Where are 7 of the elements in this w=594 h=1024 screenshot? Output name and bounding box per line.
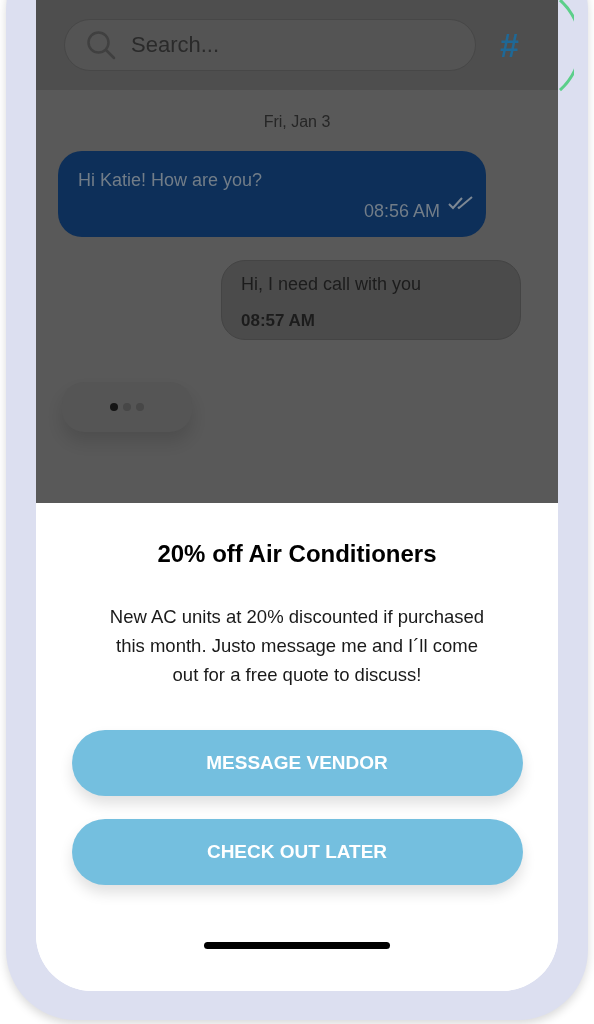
message-time: 08:56 AM bbox=[363, 200, 440, 223]
action-button[interactable]: CHECK OUT LATER bbox=[71, 819, 523, 885]
message-text: Hi Katie! How are you? bbox=[78, 169, 264, 192]
hashtag-button[interactable]: # bbox=[500, 28, 519, 62]
action-button[interactable]: MESSAGE VENDOR bbox=[71, 730, 523, 796]
promo-description: New AC units at 20% discounted if purchased this month. Justo message me and I´ll come out for a free quote to discuss! bbox=[108, 605, 486, 687]
promo-title: 20% off Air Conditioners bbox=[157, 539, 437, 569]
